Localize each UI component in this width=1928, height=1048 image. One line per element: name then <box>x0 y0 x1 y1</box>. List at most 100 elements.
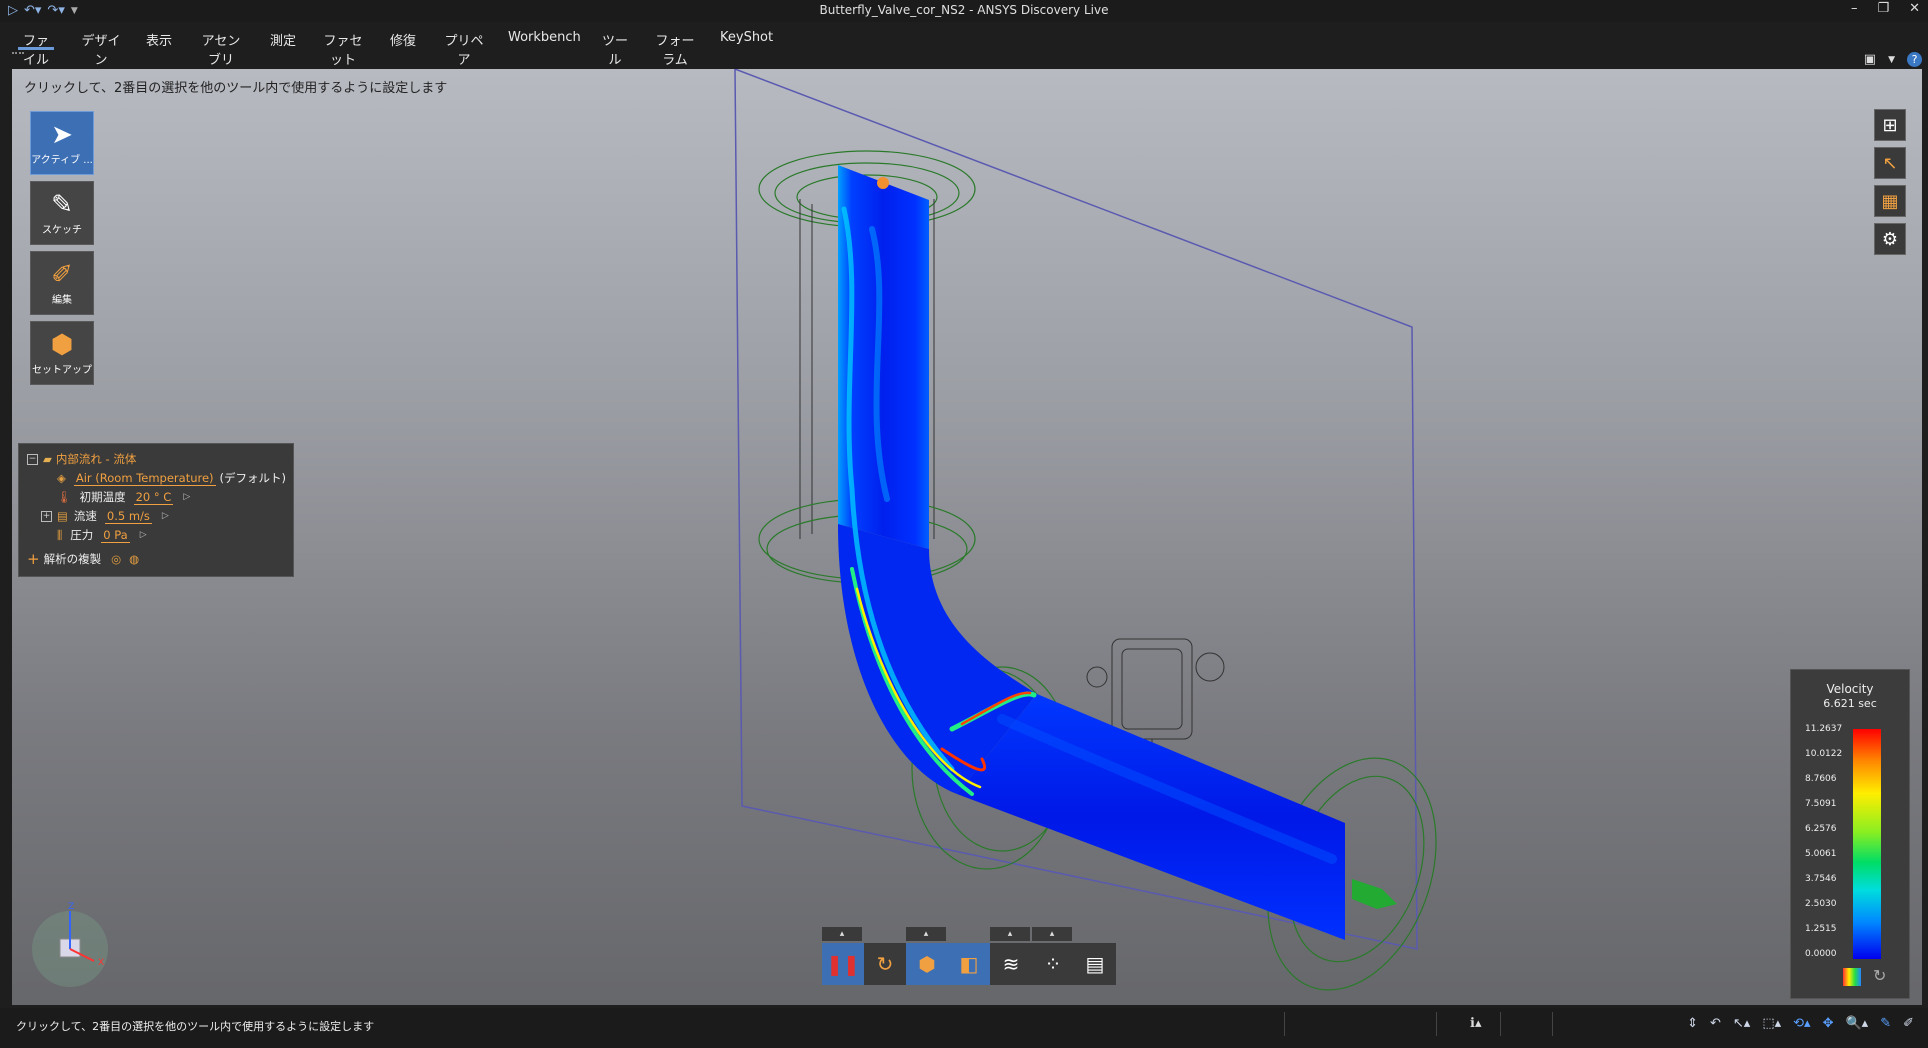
probe-point <box>877 177 889 189</box>
status-divider <box>1436 1012 1437 1036</box>
tree-pressure[interactable]: ⫼ 圧力 0 Pa ▷ <box>57 526 147 544</box>
pressure-icon: ⫼ <box>57 527 63 542</box>
customize-icon[interactable]: ▼ <box>71 3 78 19</box>
tree-velocity[interactable]: + ▤ 流速 0.5 m/s ▷ <box>41 507 169 525</box>
menu-tools[interactable]: ツール <box>600 22 630 68</box>
menu-view[interactable]: 表示 <box>144 22 174 50</box>
solid-view-button[interactable]: ⬢ <box>906 943 948 985</box>
help-icon[interactable]: ? <box>1907 52 1922 67</box>
menu-file[interactable]: ファイル <box>18 22 54 68</box>
pressure-value[interactable]: 0 Pa <box>101 528 130 543</box>
edit-brush-icon: ✐ <box>51 259 73 290</box>
save-icon[interactable]: ▣ <box>1864 52 1876 67</box>
restore-icon[interactable]: ❐ <box>1877 1 1889 16</box>
tree-material[interactable]: ◈ Air (Room Temperature) (デフォルト) <box>57 469 286 487</box>
physics-add-icon[interactable]: ◎ <box>111 552 121 566</box>
menu-forum[interactable]: フォーラム <box>652 22 698 68</box>
tool-sketch[interactable]: ✎ スケッチ <box>30 181 94 245</box>
velocity-label: 流速 <box>73 509 97 523</box>
pause-button[interactable]: ❚❚ <box>822 943 864 985</box>
menu-assembly[interactable]: アセンブリ <box>196 22 246 68</box>
pen-icon[interactable]: ✎ <box>1880 1016 1891 1031</box>
tree-root[interactable]: − ▰ 内部流れ - 流体 <box>27 450 136 468</box>
section-view-button[interactable]: ◧ <box>948 943 990 985</box>
simulation-toolbar: ❚❚ ↻ ⬢ ◧ ≋ ⁘ ▤ <box>822 943 1116 985</box>
rotate-icon[interactable]: ⟲▴ <box>1793 1016 1810 1031</box>
selection-tool-button[interactable]: ↖ <box>1874 147 1906 179</box>
menu-workbench[interactable]: Workbench <box>508 22 581 50</box>
velocity-legend[interactable]: Velocity 6.621 sec 11.2637 10.0122 8.760… <box>1790 669 1910 999</box>
tool-setup[interactable]: ⬢ セットアップ <box>30 321 94 385</box>
zoom-icon[interactable]: 🔍▴ <box>1845 1016 1868 1031</box>
menu-keyshot[interactable]: KeyShot <box>720 22 773 50</box>
redo-icon[interactable]: ↷▾ <box>47 3 64 19</box>
pan-icon[interactable]: ✥ <box>1823 1016 1834 1031</box>
velocity-slice-horizontal <box>957 694 1345 940</box>
settings-button[interactable]: ⚙ <box>1874 223 1906 255</box>
selection-filter-icon[interactable]: ⇕ <box>1687 1016 1698 1031</box>
tool-active-select[interactable]: ➤ アクティブ ... <box>30 111 94 175</box>
temperature-value[interactable]: 20 ° C <box>133 490 174 505</box>
3d-viewport[interactable]: クリックして、2番目の選択を他のツール内で使用するように設定します Z X ➤ … <box>12 69 1922 1005</box>
pointer-icon[interactable]: ↖▴ <box>1733 1016 1750 1031</box>
display-options-button[interactable]: ▦ <box>1874 185 1906 217</box>
particles-options-caret[interactable]: ▴ <box>1032 927 1072 941</box>
simulation-scene[interactable]: Z X <box>12 69 1922 1005</box>
color-map-icon[interactable] <box>1843 968 1861 986</box>
status-message: クリックして、2番目の選択を他のツール内で使用するように設定します <box>16 1020 375 1033</box>
view-options-caret[interactable]: ▴ <box>906 927 946 941</box>
particles-button[interactable]: ⁘ <box>1032 943 1074 985</box>
svg-text:Z: Z <box>68 902 74 912</box>
tree-structure-icon: ⊞ <box>1882 114 1898 136</box>
status-divider <box>1500 1012 1501 1036</box>
undo-icon[interactable]: ↶▾ <box>24 3 41 19</box>
info-icon[interactable]: ℹ▴ <box>1470 1016 1481 1031</box>
surface-texture-button[interactable]: ▤ <box>1074 943 1116 985</box>
reset-icon: ↻ <box>876 952 894 976</box>
menu-facet[interactable]: ファセット <box>322 22 364 68</box>
cursor-icon: ➤ <box>51 119 73 150</box>
pen-alt-icon[interactable]: ✐ <box>1903 1016 1914 1031</box>
streamlines-button[interactable]: ≋ <box>990 943 1032 985</box>
close-icon[interactable]: ✕ <box>1909 1 1920 16</box>
outlet-boundary-arrow <box>1352 879 1397 909</box>
status-divider <box>1284 1012 1285 1036</box>
reset-button[interactable]: ↻ <box>864 943 906 985</box>
pause-options-caret[interactable]: ▴ <box>822 927 862 941</box>
section-view-icon: ◧ <box>959 952 979 976</box>
material-value[interactable]: Air (Room Temperature) <box>73 471 216 486</box>
duplicate-analysis[interactable]: + 解析の複製 ◎ ◍ <box>27 550 139 568</box>
play-logo-icon[interactable]: ▷ <box>8 3 18 19</box>
ribbon-collapse-handle[interactable] <box>12 52 24 58</box>
menu-right-controls: ▣ ▼ ? <box>1864 52 1922 67</box>
legend-tick: 10.0122 <box>1805 749 1843 759</box>
pressure-label: 圧力 <box>70 528 94 542</box>
legend-tick: 1.2515 <box>1805 924 1837 934</box>
velocity-value[interactable]: 0.5 m/s <box>104 509 152 524</box>
menu-repair[interactable]: 修復 <box>388 22 418 50</box>
expand-arrow-icon[interactable]: ▷ <box>140 530 147 540</box>
expand-icon[interactable]: + <box>41 510 52 522</box>
expand-arrow-icon[interactable]: ▷ <box>183 492 190 502</box>
reset-range-icon[interactable]: ↻ <box>1873 966 1886 985</box>
expand-arrow-icon[interactable]: ▷ <box>162 511 169 521</box>
physics-config-icon[interactable]: ◍ <box>129 552 139 566</box>
menu-design[interactable]: デザイン <box>78 22 124 68</box>
legend-color-bar[interactable] <box>1853 729 1881 959</box>
menu-measure[interactable]: 測定 <box>268 22 298 50</box>
tool-active-select-label: アクティブ ... <box>31 154 93 166</box>
structure-tree-button[interactable]: ⊞ <box>1874 109 1906 141</box>
menu-prepare[interactable]: プリペア <box>442 22 486 68</box>
physics-tree-panel: − ▰ 内部流れ - 流体 ◈ Air (Room Temperature) (… <box>18 443 294 577</box>
material-default-tag: (デフォルト) <box>219 471 287 485</box>
undo-select-icon[interactable]: ↶ <box>1710 1016 1721 1031</box>
minimize-icon[interactable]: – <box>1851 1 1858 16</box>
dropdown-icon[interactable]: ▼ <box>1888 55 1895 65</box>
surface-texture-icon: ▤ <box>1085 952 1105 976</box>
tool-edit[interactable]: ✐ 編集 <box>30 251 94 315</box>
legend-title: Velocity <box>1826 682 1874 696</box>
box-select-icon[interactable]: ⬚▴ <box>1762 1016 1781 1031</box>
streamlines-options-caret[interactable]: ▴ <box>990 927 1030 941</box>
tree-temperature[interactable]: 🌡 初期温度 20 ° C ▷ <box>57 488 190 506</box>
collapse-icon[interactable]: − <box>27 453 38 465</box>
